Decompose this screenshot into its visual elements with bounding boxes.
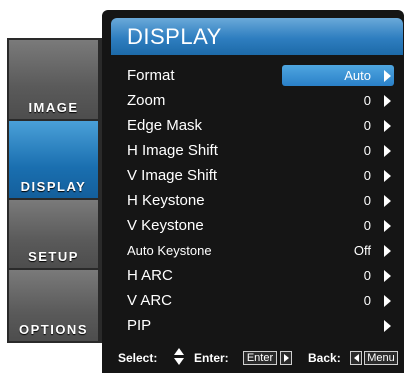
menu-list: Format Auto Zoom 0 Edge Mask 0 H Image S… xyxy=(111,63,403,338)
item-value: 0 xyxy=(363,268,371,283)
item-value: Auto xyxy=(344,68,371,83)
menu-item-v-keystone[interactable]: V Keystone 0 xyxy=(111,213,403,238)
item-value: 0 xyxy=(363,218,371,233)
item-value: Off xyxy=(353,243,371,258)
enter-key: Enter xyxy=(243,351,277,365)
menu-key: Menu xyxy=(364,351,398,365)
arrow-right-icon xyxy=(384,319,391,332)
up-down-arrows-icon xyxy=(174,347,184,369)
menu-item-zoom[interactable]: Zoom 0 xyxy=(111,88,403,113)
tab-label: SETUP xyxy=(28,249,79,264)
help-bar: Select: Enter: Enter Back: Menu xyxy=(102,343,404,373)
item-label: Auto Keystone xyxy=(127,243,212,258)
item-value: 0 xyxy=(363,93,371,108)
item-label: V ARC xyxy=(127,292,173,309)
arrow-right-key-icon xyxy=(280,351,292,365)
tab-display[interactable]: DISPLAY xyxy=(9,121,98,198)
item-label: V Image Shift xyxy=(127,167,218,184)
item-label: Zoom xyxy=(127,92,166,109)
item-value: 0 xyxy=(363,168,371,183)
tab-image[interactable]: IMAGE xyxy=(9,40,98,119)
tab-label: OPTIONS xyxy=(18,322,88,337)
select-label: Select: xyxy=(118,351,158,365)
item-label: Edge Mask xyxy=(127,117,203,134)
sidebar: IMAGE DISPLAY SETUP OPTIONS xyxy=(7,38,102,343)
menu-item-h-arc[interactable]: H ARC 0 xyxy=(111,263,403,288)
back-label: Back: xyxy=(308,351,341,365)
arrow-right-icon xyxy=(384,294,391,307)
arrow-right-icon xyxy=(384,244,391,257)
item-value: 0 xyxy=(363,118,371,133)
menu-item-format[interactable]: Format Auto xyxy=(111,63,403,88)
item-value: 0 xyxy=(363,293,371,308)
enter-label: Enter: xyxy=(194,351,229,365)
arrow-right-icon xyxy=(384,219,391,232)
selection-highlight xyxy=(282,65,394,86)
arrow-right-icon xyxy=(384,94,391,107)
arrow-right-icon xyxy=(384,194,391,207)
menu-item-edge-mask[interactable]: Edge Mask 0 xyxy=(111,113,403,138)
menu-item-pip[interactable]: PIP xyxy=(111,313,403,338)
item-label: Format xyxy=(127,67,175,84)
menu-item-v-arc[interactable]: V ARC 0 xyxy=(111,288,403,313)
arrow-right-icon xyxy=(384,269,391,282)
page-title: DISPLAY xyxy=(111,18,403,55)
item-label: V Keystone xyxy=(127,217,204,234)
menu-item-h-image-shift[interactable]: H Image Shift 0 xyxy=(111,138,403,163)
tab-label: IMAGE xyxy=(28,100,79,115)
tab-setup[interactable]: SETUP xyxy=(9,200,98,268)
item-label: PIP xyxy=(127,317,152,334)
item-value: 0 xyxy=(363,143,371,158)
item-value: 0 xyxy=(363,193,371,208)
tab-options[interactable]: OPTIONS xyxy=(9,270,98,341)
arrow-right-icon xyxy=(384,169,391,182)
item-label: H Keystone xyxy=(127,192,205,209)
menu-item-v-image-shift[interactable]: V Image Shift 0 xyxy=(111,163,403,188)
item-label: H ARC xyxy=(127,267,173,284)
item-label: H Image Shift xyxy=(127,142,218,159)
menu-item-h-keystone[interactable]: H Keystone 0 xyxy=(111,188,403,213)
tab-label: DISPLAY xyxy=(20,179,87,194)
arrow-right-icon xyxy=(384,119,391,132)
menu-item-auto-keystone[interactable]: Auto Keystone Off xyxy=(111,238,403,263)
arrow-right-icon xyxy=(384,144,391,157)
arrow-left-key-icon xyxy=(350,351,362,365)
arrow-right-icon xyxy=(384,69,391,82)
